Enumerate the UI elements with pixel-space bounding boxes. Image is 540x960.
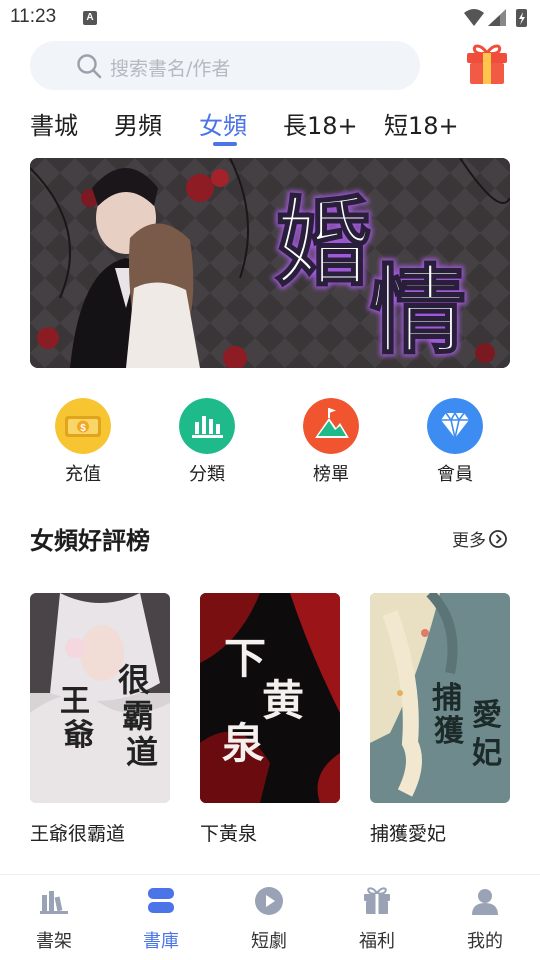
gift-icon[interactable] <box>464 41 510 87</box>
book-card[interactable]: 下 黄 泉 下黃泉 <box>200 593 340 846</box>
diamond-icon <box>427 398 483 454</box>
book-cover: 很 霸 道 王 爺 <box>30 593 170 803</box>
section-title: 女頻好評榜 <box>30 527 150 555</box>
chevron-right-circle-icon <box>489 529 507 548</box>
vip-label: 會員 <box>437 464 473 485</box>
nav-label: 短劇 <box>251 931 287 952</box>
bar-chart-icon <box>179 398 235 454</box>
book-title: 捕獲愛妃 <box>370 823 447 845</box>
svg-text:霸: 霸 <box>122 697 154 735</box>
nav-profile[interactable]: 我的 <box>445 885 525 953</box>
status-bar: 11:23 A <box>0 0 540 36</box>
more-label: 更多 <box>452 531 486 551</box>
book-card[interactable]: 很 霸 道 王 爺 王爺很霸道 <box>30 593 170 846</box>
notification-badge-icon: A <box>83 11 97 25</box>
tab-female[interactable]: 女頻 <box>199 106 247 141</box>
more-link[interactable]: 更多 <box>452 526 508 551</box>
svg-text:愛: 愛 <box>472 698 502 733</box>
user-icon <box>472 889 498 915</box>
play-icon <box>255 887 283 915</box>
book-title: 下黃泉 <box>200 823 258 845</box>
svg-text:獲: 獲 <box>434 714 465 749</box>
search-icon <box>77 54 102 79</box>
svg-text:下: 下 <box>224 634 266 683</box>
recharge-label: 充值 <box>65 464 101 485</box>
status-icons <box>464 9 527 27</box>
wifi-icon <box>464 9 484 26</box>
tab-bookstore[interactable]: 書城 <box>30 106 78 141</box>
nav-library[interactable]: 書庫 <box>121 885 201 953</box>
svg-text:黄: 黄 <box>262 676 304 725</box>
book-card[interactable]: 捕 獲 愛 妃 捕獲愛妃 <box>370 593 510 846</box>
nav-label: 書架 <box>36 931 72 952</box>
book-cover: 捕 獲 愛 妃 <box>370 593 510 803</box>
book-cover: 下 黄 泉 <box>200 593 340 803</box>
nav-label: 書庫 <box>143 931 179 952</box>
vip-button[interactable]: 會員 <box>420 398 490 486</box>
category-button[interactable]: 分類 <box>172 398 242 486</box>
search-input[interactable]: 搜索書名/作者 <box>30 41 420 90</box>
category-tabs: 書城 男頻 女頻 長18+ 短18+ <box>30 106 510 152</box>
svg-text:很: 很 <box>118 661 150 699</box>
banner-art: 婚 婚 情 情 <box>30 158 510 368</box>
status-time: 11:23 <box>10 6 57 27</box>
library-icon <box>148 888 174 913</box>
nav-welfare[interactable]: 福利 <box>337 885 417 953</box>
gift-icon <box>364 887 390 914</box>
coin-icon: $ <box>55 398 111 454</box>
tab-short-18[interactable]: 短18+ <box>384 106 459 141</box>
nav-label: 我的 <box>467 931 503 952</box>
nav-label: 福利 <box>359 931 395 952</box>
svg-text:道: 道 <box>126 733 158 771</box>
svg-text:$: $ <box>80 423 86 434</box>
ranking-button[interactable]: 榜單 <box>296 398 366 486</box>
recharge-button[interactable]: $ 充值 <box>48 398 118 486</box>
active-tab-indicator <box>213 142 237 146</box>
search-placeholder: 搜索書名/作者 <box>110 58 231 80</box>
bottom-nav: 書架 書庫 短劇 福利 我的 <box>0 874 540 960</box>
nav-short-drama[interactable]: 短劇 <box>229 885 309 953</box>
book-title: 王爺很霸道 <box>30 823 126 845</box>
svg-text:爺: 爺 <box>64 718 94 753</box>
svg-text:捕: 捕 <box>432 681 462 716</box>
ranking-label: 榜單 <box>313 464 349 485</box>
banner-title-2: 情 <box>370 254 466 367</box>
svg-text:王: 王 <box>60 684 90 719</box>
mountain-flag-icon <box>303 398 359 454</box>
banner-title-1: 婚 <box>275 186 371 299</box>
nav-bookshelf[interactable]: 書架 <box>14 885 94 953</box>
bookshelf-icon <box>40 891 68 914</box>
tab-male[interactable]: 男頻 <box>114 106 162 141</box>
tab-long-18[interactable]: 長18+ <box>283 106 358 141</box>
svg-text:妃: 妃 <box>472 736 502 771</box>
svg-text:泉: 泉 <box>222 719 264 768</box>
promo-banner[interactable]: 婚 婚 情 情 <box>30 158 510 368</box>
category-label: 分類 <box>189 464 225 485</box>
